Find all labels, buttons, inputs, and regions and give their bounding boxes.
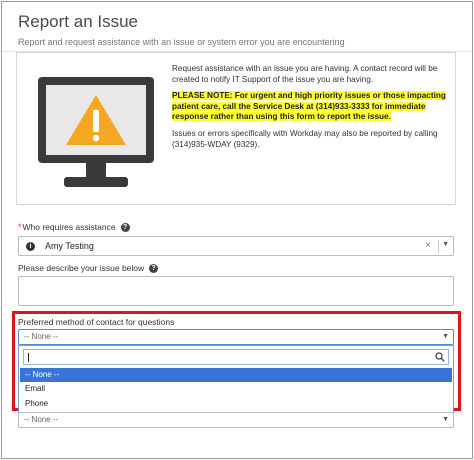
option-none[interactable]: -- None -- [20,368,452,382]
secondary-select-value: -- None -- [24,415,59,424]
field-separator [438,240,439,253]
contact-method-select[interactable]: -- None -- ▼ [18,329,454,345]
who-requires-value: Amy Testing [45,241,94,251]
required-marker: * [18,222,22,232]
search-icon [435,352,445,362]
workday-paragraph: Issues or errors specifically with Workd… [172,128,438,149]
text-cursor [28,353,29,362]
chevron-down-icon[interactable]: ▼ [442,416,449,423]
contact-method-value: -- None -- [24,332,59,341]
urgent-note: PLEASE NOTE: For urgent and high priorit… [172,91,452,123]
help-icon[interactable]: ? [149,264,159,274]
info-paragraph: Request assistance with an issue you are… [172,64,438,84]
info-text: Request assistance with an issue you are… [172,64,452,156]
contact-method-label: Preferred method of contact for question… [18,317,175,327]
option-phone[interactable]: Phone [20,397,452,411]
describe-issue-label-text: Please describe your issue below [18,263,145,273]
option-email[interactable]: Email [20,382,452,396]
page-title: Report an Issue [18,12,139,31]
page-header: Report an Issue Report and request assis… [2,2,472,52]
help-icon[interactable]: ? [120,223,130,233]
who-requires-field[interactable]: i Amy Testing × ▼ [18,236,454,256]
contact-method-dropdown: -- None -- Email Phone [18,345,454,413]
info-icon[interactable]: i [26,242,35,251]
chevron-down-icon[interactable]: ▼ [442,241,449,248]
page-subtitle: Report and request assistance with an is… [18,37,345,47]
secondary-select[interactable]: -- None -- ▼ [18,412,454,428]
dropdown-search-input[interactable] [23,349,449,365]
describe-issue-label: Please describe your issue below? [18,263,159,274]
who-requires-label-text: Who requires assistance [22,222,116,232]
urgent-note-highlight: PLEASE NOTE: For urgent and high priorit… [172,91,446,122]
clear-icon[interactable]: × [425,240,431,251]
chevron-down-icon[interactable]: ▼ [442,333,449,340]
monitor-warning-icon [38,77,154,187]
describe-issue-textarea[interactable] [18,276,454,306]
who-requires-label: *Who requires assistance? [18,222,130,233]
